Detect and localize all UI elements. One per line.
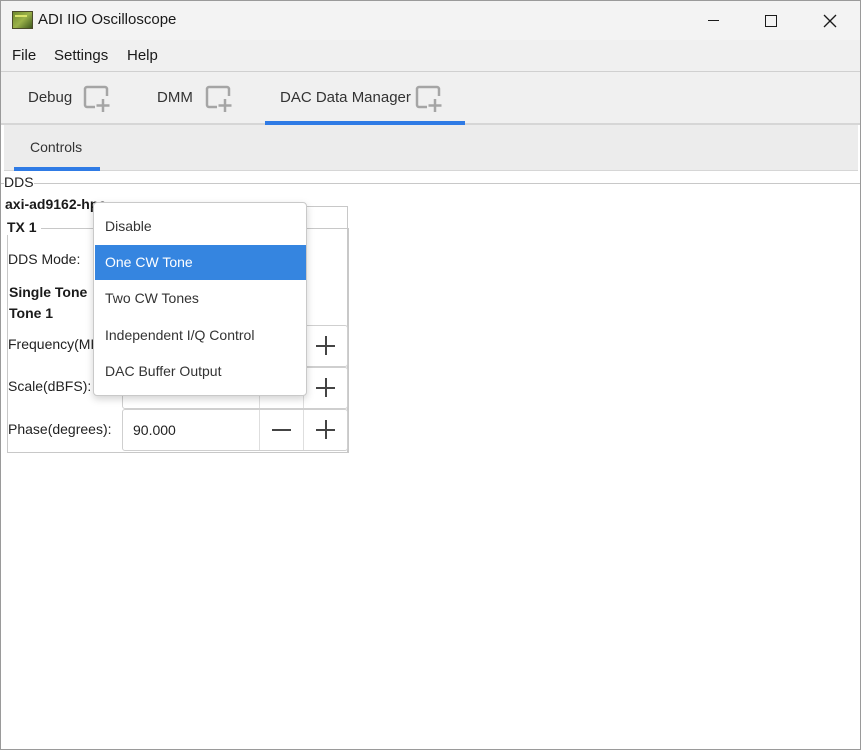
minimize-icon	[707, 20, 719, 21]
detach-tab-icon[interactable]	[203, 83, 233, 113]
detach-tab-icon[interactable]	[413, 83, 443, 113]
frequency-increment-button[interactable]	[303, 326, 348, 366]
option-label: Independent I/Q Control	[105, 327, 255, 343]
dds-mode-option-independent-iq[interactable]: Independent I/Q Control	[95, 318, 306, 353]
dds-section-divider	[1, 183, 860, 184]
option-label: One CW Tone	[105, 254, 193, 270]
tab-dac-label: DAC Data Manager	[280, 89, 411, 106]
phase-decrement-button[interactable]	[259, 410, 303, 450]
scale-label: Scale(dBFS):	[8, 378, 92, 394]
tab-controls[interactable]: Controls	[14, 125, 100, 171]
dds-mode-dropdown-list[interactable]: Disable One CW Tone Two CW Tones Indepen…	[93, 202, 307, 396]
title-bar: ADI IIO Oscilloscope	[1, 1, 860, 40]
option-label: DAC Buffer Output	[105, 363, 222, 379]
tab-dmm-label: DMM	[157, 89, 193, 106]
option-label: Two CW Tones	[105, 290, 199, 306]
app-window: ADI IIO Oscilloscope File Settings Help …	[0, 0, 861, 750]
phase-value[interactable]: 90.000	[133, 422, 176, 438]
menu-bar: File Settings Help	[1, 40, 860, 72]
maximize-icon	[765, 14, 777, 27]
dds-mode-label: DDS Mode:	[8, 251, 81, 267]
menu-file[interactable]: File	[12, 47, 36, 64]
oscilloscope-app-icon	[12, 11, 33, 29]
dds-mode-option-disable[interactable]: Disable	[95, 209, 306, 244]
dds-mode-option-two-cw-tones[interactable]: Two CW Tones	[95, 281, 306, 316]
maximize-button[interactable]	[742, 1, 800, 40]
phase-increment-button[interactable]	[303, 410, 348, 450]
window-title: ADI IIO Oscilloscope	[38, 11, 177, 28]
dds-mode-option-dac-buffer[interactable]: DAC Buffer Output	[95, 354, 306, 389]
minimize-button[interactable]	[684, 1, 742, 40]
tab-controls-label: Controls	[30, 139, 83, 155]
close-icon	[823, 14, 837, 27]
dds-section-label: DDS	[4, 174, 34, 190]
menu-settings[interactable]: Settings	[54, 47, 108, 64]
tab-dac-data-manager[interactable]: DAC Data Manager	[265, 72, 465, 125]
tab-debug[interactable]: Debug	[13, 72, 123, 123]
menu-help[interactable]: Help	[127, 47, 158, 64]
sub-tab-bar: Controls	[4, 125, 858, 171]
option-label: Disable	[105, 218, 152, 234]
main-tab-bar: Debug DMM DAC Data Manager	[1, 72, 860, 125]
scale-increment-button[interactable]	[303, 368, 348, 408]
phase-spinbox[interactable]: 90.000	[122, 409, 348, 451]
close-button[interactable]	[801, 1, 859, 40]
dds-mode-option-one-cw-tone[interactable]: One CW Tone	[95, 245, 306, 280]
single-tone-label: Single Tone	[9, 284, 88, 300]
tx1-label: TX 1	[7, 219, 40, 235]
tone1-label: Tone 1	[9, 305, 54, 321]
detach-tab-icon[interactable]	[81, 83, 111, 113]
device-label: axi-ad9162-hpc	[5, 196, 107, 212]
phase-label: Phase(degrees):	[8, 421, 112, 437]
tab-dmm[interactable]: DMM	[141, 72, 251, 123]
tab-debug-label: Debug	[28, 89, 73, 106]
